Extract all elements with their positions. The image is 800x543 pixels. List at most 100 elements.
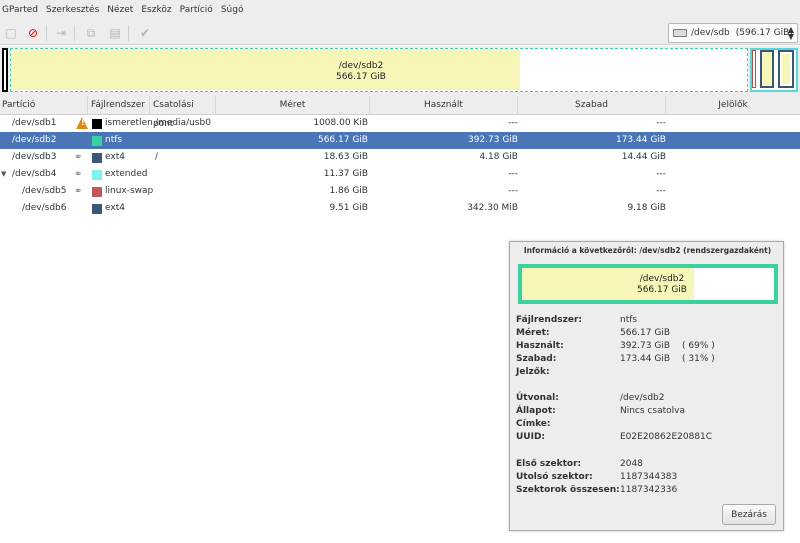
cell-free: 9.18 GiB bbox=[627, 203, 666, 213]
cell-free: 173.44 GiB bbox=[615, 135, 666, 145]
copy-icon[interactable]: ⧉ bbox=[82, 24, 100, 42]
info-value: 173.44 GiB bbox=[620, 354, 671, 364]
cell-filesystem: extended bbox=[105, 169, 148, 179]
partition-table: Partíció Fájlrendszer Csatolási pont Mér… bbox=[0, 96, 800, 217]
col-partition[interactable]: Partíció bbox=[0, 96, 88, 115]
info-value: 392.73 GiB bbox=[620, 341, 671, 351]
menu-partition[interactable]: Partíció bbox=[180, 5, 213, 15]
updown-arrows-icon: ▲ ▼ bbox=[787, 25, 794, 41]
col-size[interactable]: Méret bbox=[216, 96, 370, 115]
menu-view[interactable]: Nézet bbox=[107, 5, 133, 15]
cell-size: 566.17 GiB bbox=[317, 135, 368, 145]
key-icon: ⚭ bbox=[74, 152, 83, 163]
cell-partition: /dev/sdb6 bbox=[22, 203, 67, 213]
info-value: E02E20862E20881C bbox=[620, 432, 713, 442]
cell-free: --- bbox=[656, 169, 666, 179]
close-button[interactable]: Bezárás bbox=[722, 504, 776, 525]
info-label: Jelzők: bbox=[516, 367, 550, 377]
col-mountpoint[interactable]: Csatolási pont bbox=[150, 96, 216, 129]
menu-help[interactable]: Súgó bbox=[221, 5, 244, 15]
info-value: /dev/sdb2 bbox=[620, 393, 665, 403]
new-partition-icon[interactable]: □ bbox=[2, 24, 20, 42]
cell-partition: /dev/sdb4 bbox=[12, 169, 57, 179]
cell-mountpoint: /media/usb0 bbox=[155, 118, 211, 128]
diskmap-sdb3[interactable] bbox=[760, 50, 774, 88]
table-row[interactable]: /dev/sdb1! ismeretlen/media/usb0 1008.00 K… bbox=[0, 115, 800, 132]
delete-icon[interactable]: ⊘ bbox=[24, 24, 42, 42]
cell-filesystem: linux-swap bbox=[105, 186, 154, 196]
fs-color-swatch bbox=[92, 136, 102, 146]
menu-bar: GParted Szerkesztés Nézet Eszköz Partíci… bbox=[0, 0, 800, 20]
col-free[interactable]: Szabad bbox=[518, 96, 666, 115]
fs-color-swatch bbox=[92, 204, 102, 214]
diskmap-sdb2[interactable]: /dev/sdb2 566.17 GiB bbox=[10, 48, 748, 92]
apply-icon[interactable]: ✔ bbox=[136, 24, 154, 42]
table-row[interactable]: /dev/sdb6 ext4 9.51 GiB 342.30 MiB 9.18 GiB bbox=[0, 200, 800, 217]
hard-disk-icon bbox=[673, 29, 687, 37]
cell-size: 11.37 GiB bbox=[323, 169, 368, 179]
fs-color-swatch bbox=[92, 170, 102, 180]
table-header: Partíció Fájlrendszer Csatolási pont Mér… bbox=[0, 96, 800, 129]
cell-used: --- bbox=[508, 186, 518, 196]
menu-edit[interactable]: Szerkesztés bbox=[46, 5, 99, 15]
cell-filesystem: ext4 bbox=[105, 152, 125, 162]
info-percent: ( 69% ) bbox=[682, 341, 715, 351]
paste-icon[interactable]: ▤ bbox=[106, 24, 124, 42]
cell-filesystem: ismeretlen bbox=[105, 118, 153, 128]
info-value: 2048 bbox=[620, 459, 643, 469]
device-size: (596.17 GiB) bbox=[735, 28, 793, 38]
info-label: Utolsó szektor: bbox=[516, 472, 593, 482]
cell-filesystem: ntfs bbox=[105, 135, 123, 145]
col-filesystem[interactable]: Fájlrendszer bbox=[88, 96, 150, 115]
toolbar: □ ⊘ ⇥ ⧉ ▤ ✔ /dev/sdb (596.17 GiB) ▲ ▼ bbox=[0, 20, 800, 45]
partition-info-dialog: Információ a következőről: /dev/sdb2 (re… bbox=[509, 241, 784, 531]
info-value: Nincs csatolva bbox=[620, 406, 685, 416]
cell-size: 1.86 GiB bbox=[329, 186, 368, 196]
dialog-title: Információ a következőről: /dev/sdb2 (re… bbox=[523, 246, 772, 255]
cell-size: 18.63 GiB bbox=[323, 152, 368, 162]
toolbar-separator bbox=[74, 25, 75, 41]
device-selector[interactable]: /dev/sdb (596.17 GiB) ▲ ▼ bbox=[668, 23, 798, 43]
cell-free: 14.44 GiB bbox=[621, 152, 666, 162]
table-row[interactable]: /dev/sdb5 ⚭ linux-swap 1.86 GiB --- --- bbox=[0, 183, 800, 200]
cell-partition: /dev/sdb5 bbox=[22, 186, 67, 196]
key-icon: ⚭ bbox=[74, 186, 83, 197]
cell-partition: /dev/sdb2 bbox=[12, 135, 57, 145]
info-value: 1187342336 bbox=[620, 485, 678, 495]
info-label: Első szektor: bbox=[516, 459, 582, 469]
col-flags[interactable]: Jelölők bbox=[666, 96, 800, 115]
cell-used: --- bbox=[508, 169, 518, 179]
dialog-partition-map: /dev/sdb2 566.17 GiB bbox=[518, 264, 778, 304]
resize-move-icon[interactable]: ⇥ bbox=[52, 24, 70, 42]
cell-filesystem: ext4 bbox=[105, 203, 125, 213]
diskmap-sdb6[interactable] bbox=[778, 50, 794, 88]
cell-partition: /dev/sdb3 bbox=[12, 152, 57, 162]
table-row[interactable]: ▼ /dev/sdb4 ⚭ extended 11.37 GiB --- --- bbox=[0, 166, 800, 183]
info-label: Fájlrendszer: bbox=[516, 315, 582, 325]
info-value: ntfs bbox=[620, 315, 638, 325]
table-row[interactable]: /dev/sdb3 ⚭ ext4 / 18.63 GiB 4.18 GiB 14.44 Gi… bbox=[0, 149, 800, 166]
info-label: Állapot: bbox=[516, 406, 556, 416]
diskmap-sdb5[interactable] bbox=[752, 50, 756, 88]
cell-used: 392.73 GiB bbox=[467, 135, 518, 145]
dialog-map-label: /dev/sdb2 566.17 GiB bbox=[636, 274, 687, 295]
fs-color-swatch bbox=[92, 119, 102, 129]
table-row[interactable]: /dev/sdb2 ntfs 566.17 GiB 392.73 GiB 173.44 … bbox=[0, 132, 800, 149]
col-used[interactable]: Használt bbox=[370, 96, 518, 115]
cell-free: --- bbox=[656, 118, 666, 128]
cell-size: 1008.00 KiB bbox=[313, 118, 368, 128]
info-value: 566.17 GiB bbox=[620, 328, 671, 338]
diskmap-sdb2-label: /dev/sdb2 566.17 GiB bbox=[335, 61, 386, 82]
menu-gparted[interactable]: GParted bbox=[2, 5, 38, 15]
expander-icon[interactable]: ▼ bbox=[1, 166, 6, 183]
info-label: Szabad: bbox=[516, 354, 557, 364]
toolbar-separator bbox=[128, 25, 129, 41]
key-icon: ⚭ bbox=[74, 169, 83, 180]
device-name: /dev/sdb bbox=[691, 28, 730, 38]
info-label: Címke: bbox=[516, 419, 551, 429]
info-label: Méret: bbox=[516, 328, 550, 338]
cell-used: 342.30 MiB bbox=[467, 203, 518, 213]
diskmap-sdb1[interactable] bbox=[2, 48, 8, 92]
menu-device[interactable]: Eszköz bbox=[141, 5, 171, 15]
info-value: 1187344383 bbox=[620, 472, 678, 482]
